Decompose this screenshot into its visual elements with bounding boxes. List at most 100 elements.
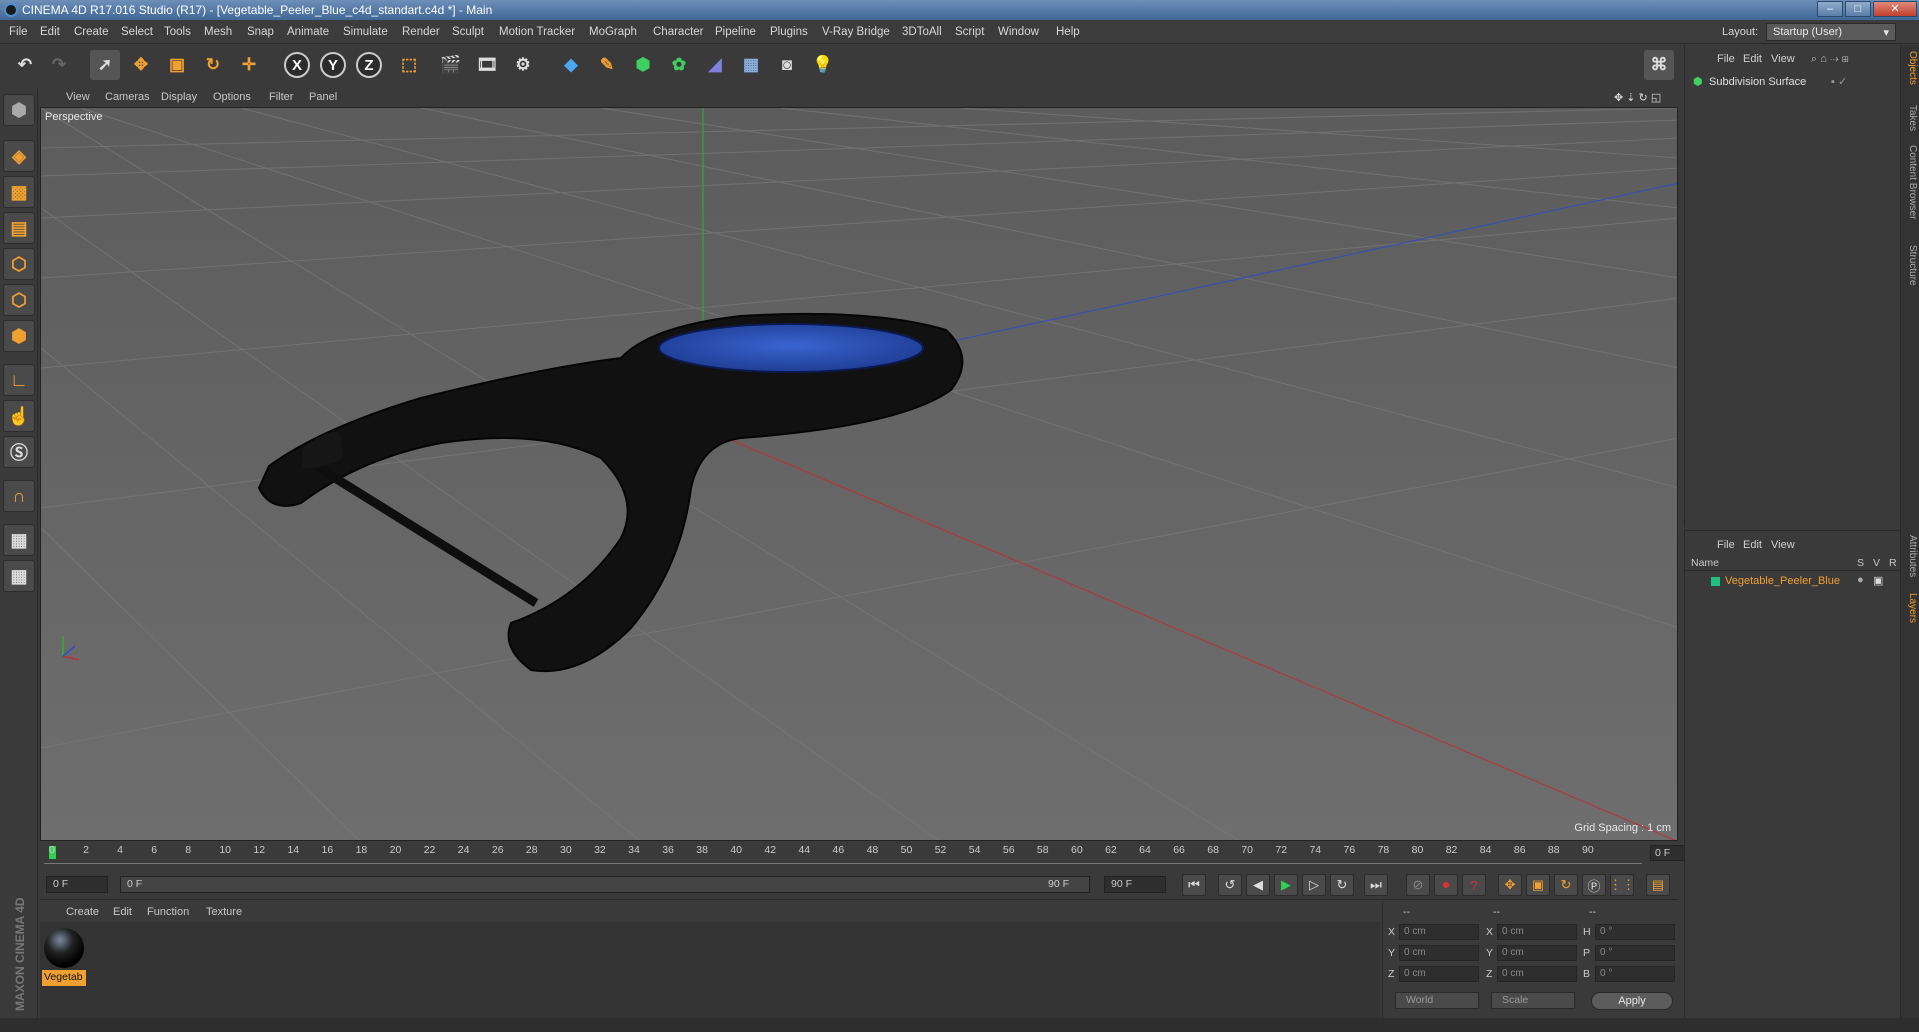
camera-icon[interactable]: ◙ <box>772 50 802 80</box>
menu-mesh[interactable]: Mesh <box>204 26 232 38</box>
layer-menu-view[interactable]: View <box>1771 539 1795 551</box>
floor-icon[interactable]: ▦ <box>736 50 766 80</box>
undo-icon[interactable]: ↶ <box>10 50 40 80</box>
axis-z-lock[interactable]: Z <box>356 52 382 78</box>
minimize-button[interactable]: – <box>1817 1 1843 17</box>
tab-objects[interactable]: Objects <box>1903 51 1918 85</box>
rotation-h-field[interactable]: 0 ° <box>1595 924 1675 940</box>
material-menu-create[interactable]: Create <box>66 906 99 918</box>
menu-window[interactable]: Window <box>998 26 1039 38</box>
menu-render[interactable]: Render <box>402 26 440 38</box>
recent-tool-icon[interactable]: ✛ <box>234 50 264 80</box>
viewport-menu-filter[interactable]: Filter <box>269 91 293 103</box>
viewport-menu-display[interactable]: Display <box>161 91 197 103</box>
make-editable-icon[interactable]: ⬢ <box>3 94 35 126</box>
deformer-icon[interactable]: ◢ <box>700 50 730 80</box>
layer-visible-icon[interactable]: ▣ <box>1873 574 1883 587</box>
viewport-navigation-icon[interactable]: ✥ ⇣ ↻ ◱ <box>1614 91 1661 104</box>
motion-path-icon[interactable]: ⊘ <box>1406 874 1430 896</box>
position-x-field[interactable]: 0 cm <box>1399 924 1479 940</box>
pen-spline-icon[interactable]: ✎ <box>592 50 622 80</box>
tab-attributes[interactable]: Attributes <box>1903 535 1918 577</box>
apply-button[interactable]: Apply <box>1591 992 1673 1010</box>
frame-range-slider[interactable]: 0 F 90 F <box>120 876 1090 893</box>
cube-primitive-icon[interactable]: ◆ <box>556 50 586 80</box>
next-frame-icon[interactable]: ▷ <box>1302 874 1326 896</box>
menu-sculpt[interactable]: Sculpt <box>452 26 484 38</box>
render-picture-viewer-icon[interactable]: 🎞 <box>472 50 502 80</box>
loop-icon[interactable]: ↻ <box>1330 874 1354 896</box>
coordinate-mode-select[interactable]: World <box>1395 992 1479 1009</box>
tab-layers[interactable]: Layers <box>1903 593 1918 623</box>
key-scale-icon[interactable]: ▣ <box>1526 874 1550 896</box>
menu-create[interactable]: Create <box>74 26 109 38</box>
key-position-icon[interactable]: ✥ <box>1498 874 1522 896</box>
perspective-viewport[interactable]: Perspective Grid Spacing : 1 cm <box>40 107 1678 841</box>
workplane-lock-icon[interactable]: ▦ <box>3 524 35 556</box>
rotation-p-field[interactable]: 0 ° <box>1595 945 1675 961</box>
subdivision-surface-icon[interactable]: ⬢ <box>628 50 658 80</box>
key-parameter-icon[interactable]: Ⓟ <box>1582 874 1606 896</box>
viewport-menu-panel[interactable]: Panel <box>309 91 337 103</box>
menu-simulate[interactable]: Simulate <box>343 26 388 38</box>
object-menu-file[interactable]: File <box>1717 53 1735 65</box>
layout-select[interactable]: Startup (User) ▾ <box>1766 23 1896 41</box>
rotation-b-field[interactable]: 0 ° <box>1595 966 1675 982</box>
menu-script[interactable]: Script <box>955 26 984 38</box>
axis-y-lock[interactable]: Y <box>320 52 346 78</box>
menu-pipeline[interactable]: Pipeline <box>715 26 756 38</box>
points-mode-icon[interactable]: ⬡ <box>3 248 35 280</box>
workplane-mode-icon[interactable]: ▤ <box>3 212 35 244</box>
menu-file[interactable]: File <box>9 26 28 38</box>
cloner-icon[interactable]: ✿ <box>664 50 694 80</box>
position-z-field[interactable]: 0 cm <box>1399 966 1479 982</box>
size-z-field[interactable]: 0 cm <box>1497 966 1577 982</box>
model-mode-icon[interactable]: ◈ <box>3 140 35 172</box>
timeline-window-icon[interactable]: ▤ <box>1646 874 1670 896</box>
prev-keyframe-icon[interactable]: ↺ <box>1218 874 1242 896</box>
grid-snap-icon[interactable]: ▦ <box>3 560 35 592</box>
texture-mode-icon[interactable]: ▩ <box>3 176 35 208</box>
magnet-icon[interactable]: ∩ <box>3 480 35 512</box>
object-visibility-icon[interactable]: ▪ ✓ <box>1831 75 1847 88</box>
redo-icon[interactable]: ↷ <box>44 50 74 80</box>
timeline-ruler[interactable]: 0 2 4 6 8 10 12 14 16 18 20 22 24 26 28 30 32 34 36 38 40 42 4… <box>40 842 1714 866</box>
scale-tool-icon[interactable]: ▣ <box>162 50 192 80</box>
light-icon[interactable]: 💡 <box>808 50 838 80</box>
position-y-field[interactable]: 0 cm <box>1399 945 1479 961</box>
snap-icon[interactable]: Ⓢ <box>3 436 35 468</box>
layer-row[interactable]: Vegetable_Peeler_Blue ● ▣ <box>1685 573 1901 589</box>
size-y-field[interactable]: 0 cm <box>1497 945 1577 961</box>
select-tool-icon[interactable]: ➚ <box>90 50 120 80</box>
object-manager-tools-icon[interactable]: ⌕ ⌂ ⇢ ⊞ <box>1811 53 1849 66</box>
material-menu-edit[interactable]: Edit <box>113 906 132 918</box>
object-menu-edit[interactable]: Edit <box>1743 53 1762 65</box>
viewport-menu-cameras[interactable]: Cameras <box>105 91 150 103</box>
object-menu-view[interactable]: View <box>1771 53 1795 65</box>
polygons-mode-icon[interactable]: ⬢ <box>3 320 35 352</box>
menu-plugins[interactable]: Plugins <box>770 26 808 38</box>
menu-snap[interactable]: Snap <box>247 26 274 38</box>
tweak-mode-icon[interactable]: ☝ <box>3 400 35 432</box>
tab-content-browser[interactable]: Content Browser <box>1903 145 1918 219</box>
menu-help[interactable]: Help <box>1056 26 1080 38</box>
object-row-subdivision-surface[interactable]: ⬢ Subdivision Surface ▪ ✓ <box>1685 73 1901 91</box>
viewport-menu-options[interactable]: Options <box>213 91 251 103</box>
material-menu-function[interactable]: Function <box>147 906 189 918</box>
prev-frame-icon[interactable]: ◀ <box>1246 874 1270 896</box>
menu-animate[interactable]: Animate <box>287 26 329 38</box>
edges-mode-icon[interactable]: ⬡ <box>3 284 35 316</box>
tab-structure[interactable]: Structure <box>1903 245 1918 286</box>
rotate-tool-icon[interactable]: ↻ <box>198 50 228 80</box>
layer-solo-icon[interactable]: ● <box>1857 574 1864 586</box>
menu-vray-bridge[interactable]: V-Ray Bridge <box>822 26 890 38</box>
goto-end-icon[interactable]: ⏭ <box>1364 874 1388 896</box>
record-icon[interactable]: ⏺ <box>1434 874 1458 896</box>
start-frame-field[interactable]: 0 F <box>46 876 108 893</box>
close-button[interactable]: ✕ <box>1873 1 1917 17</box>
menu-3dtoall[interactable]: 3DToAll <box>902 26 942 38</box>
render-settings-icon[interactable]: ⚙ <box>508 50 538 80</box>
autokey-icon[interactable]: ? <box>1462 874 1486 896</box>
layer-menu-file[interactable]: File <box>1717 539 1735 551</box>
material-menu-texture[interactable]: Texture <box>206 906 242 918</box>
